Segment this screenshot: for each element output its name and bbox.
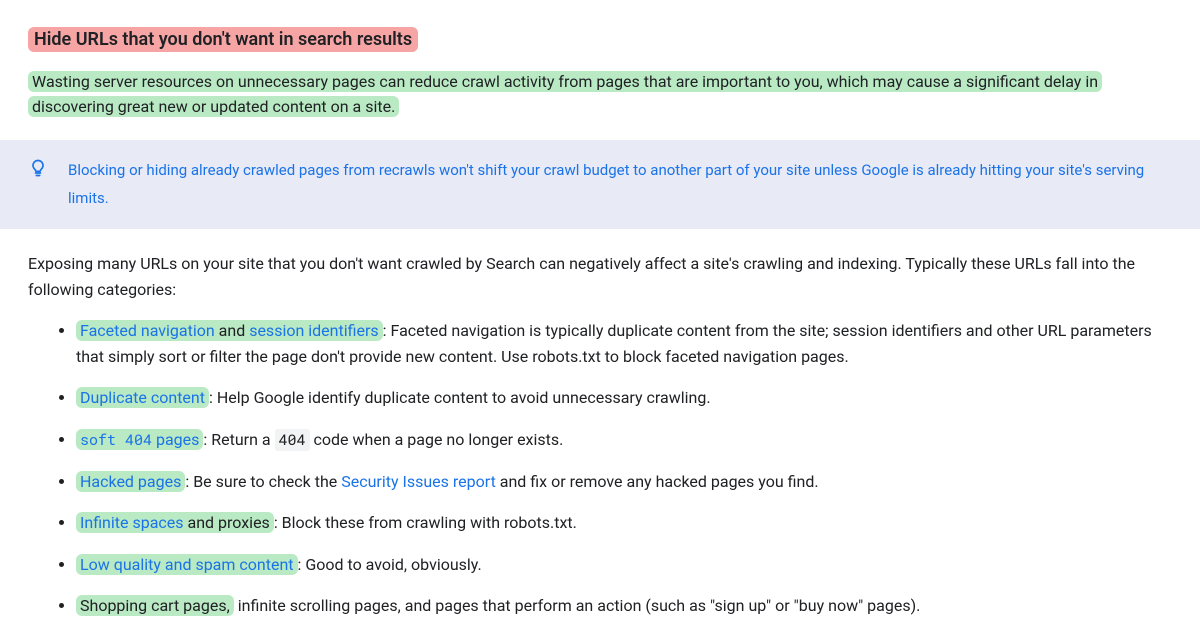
- tip-callout: Blocking or hiding already crawled pages…: [0, 140, 1200, 229]
- heading-text: Hide URLs that you don't want in search …: [28, 27, 418, 52]
- soft-404-link[interactable]: soft 404 pages: [80, 430, 199, 449]
- infinite-spaces-link[interactable]: Infinite spaces: [80, 513, 184, 532]
- hl: soft 404 pages: [76, 429, 203, 450]
- session-identifiers-link[interactable]: session identifiers: [249, 321, 378, 340]
- faceted-navigation-link[interactable]: Faceted navigation: [80, 321, 215, 340]
- lightbulb-icon: [28, 158, 48, 185]
- section-heading: Hide URLs that you don't want in search …: [28, 26, 1180, 55]
- list-item-soft404: soft 404 pages: Return a 404 code when a…: [76, 427, 1180, 453]
- expose-intro: Exposing many URLs on your site that you…: [28, 251, 1180, 302]
- hl: Faceted navigation and session identifie…: [76, 320, 383, 341]
- intro-text: Wasting server resources on unnecessary …: [28, 71, 1102, 118]
- hl: Duplicate content: [76, 387, 209, 408]
- list-item-cart: Shopping cart pages, infinite scrolling …: [76, 593, 1180, 619]
- category-list: Faceted navigation and session identifie…: [28, 318, 1180, 619]
- list-item-duplicate: Duplicate content: Help Google identify …: [76, 385, 1180, 411]
- hl: Hacked pages: [76, 471, 185, 492]
- code-404: 404: [275, 429, 310, 451]
- duplicate-rest: : Help Google identify duplicate content…: [209, 388, 711, 407]
- hl: Low quality and spam content: [76, 554, 298, 575]
- duplicate-content-link[interactable]: Duplicate content: [80, 388, 205, 407]
- low-quality-spam-link[interactable]: Low quality and spam content: [80, 555, 294, 574]
- hacked-pages-link[interactable]: Hacked pages: [80, 472, 181, 491]
- tip-text: Blocking or hiding already crawled pages…: [68, 156, 1176, 213]
- security-issues-report-link[interactable]: Security Issues report: [341, 472, 496, 491]
- list-item-faceted: Faceted navigation and session identifie…: [76, 318, 1180, 369]
- list-item-lowquality: Low quality and spam content: Good to av…: [76, 552, 1180, 578]
- hl: Infinite spaces and proxies: [76, 512, 274, 533]
- list-item-hacked: Hacked pages: Be sure to check the Secur…: [76, 469, 1180, 495]
- hl: Shopping cart pages,: [76, 595, 234, 616]
- intro-paragraph: Wasting server resources on unnecessary …: [28, 69, 1180, 120]
- list-item-infinite: Infinite spaces and proxies: Block these…: [76, 510, 1180, 536]
